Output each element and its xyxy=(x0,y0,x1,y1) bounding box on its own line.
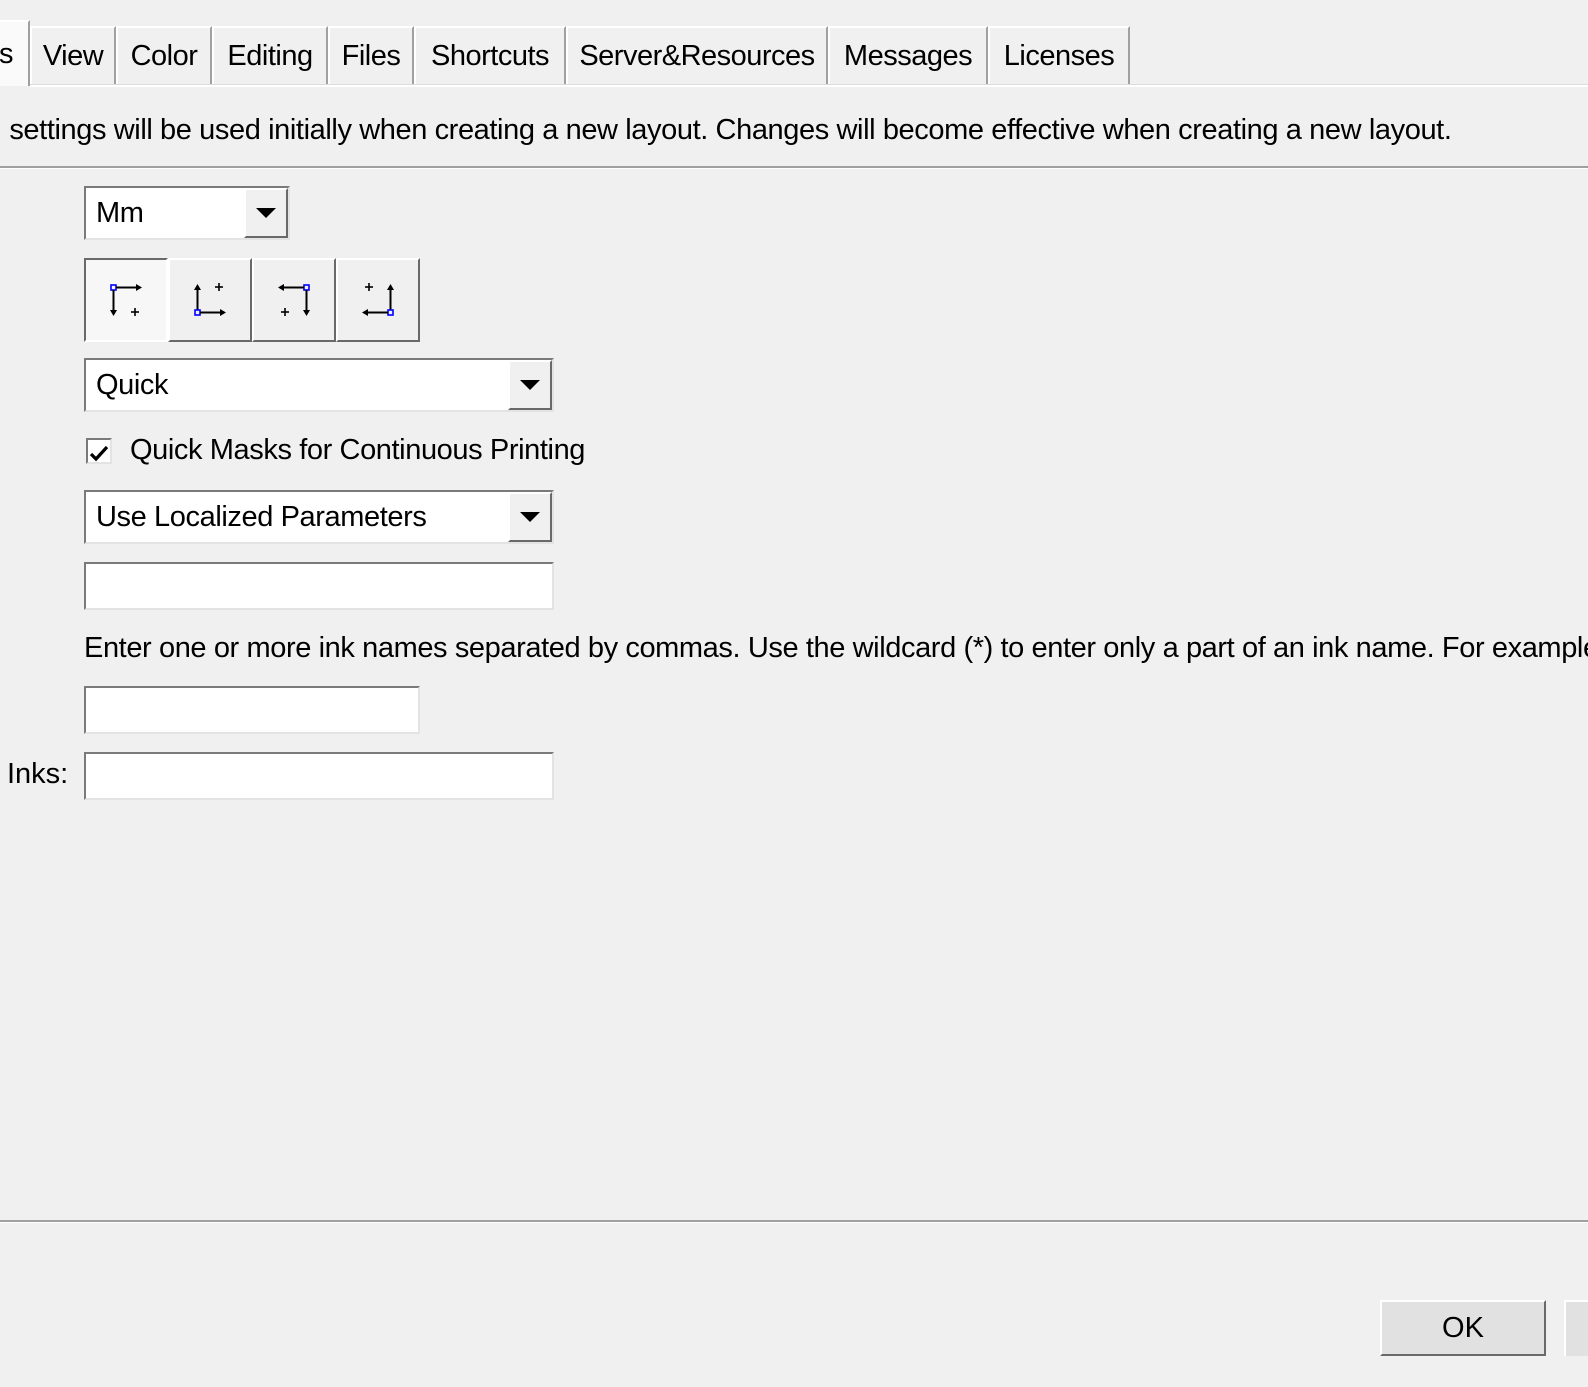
unit-combo-value: Mm xyxy=(96,196,144,229)
origin-bottom-left-button[interactable] xyxy=(168,258,252,342)
tab-label: Messages xyxy=(843,39,973,72)
ok-button[interactable]: OK xyxy=(1380,1300,1546,1356)
parameters-combo[interactable]: Use Localized Parameters xyxy=(84,490,554,544)
origin-top-left-button[interactable] xyxy=(84,258,168,342)
inks-field[interactable] xyxy=(84,752,554,800)
tab-baseline xyxy=(30,84,1588,87)
tab-label: Files xyxy=(341,39,401,72)
tab-color[interactable]: Color xyxy=(116,26,212,84)
tab-label: Shortcuts xyxy=(431,39,550,72)
ink-names-field[interactable] xyxy=(84,562,554,610)
origin-top-right-button[interactable] xyxy=(252,258,336,342)
footer-divider xyxy=(0,1220,1588,1223)
header-divider xyxy=(0,166,1588,169)
origin-top-left-icon xyxy=(110,284,142,316)
tab-strip: s View Color Editing Files Shortcuts Ser… xyxy=(0,0,1588,87)
tab-shortcuts[interactable]: Shortcuts xyxy=(414,26,566,84)
origin-bottom-left-icon xyxy=(194,283,226,316)
quick-masks-label[interactable]: Quick Masks for Continuous Printing xyxy=(130,434,585,467)
unit-combo[interactable]: Mm xyxy=(84,186,290,240)
tab-label: s xyxy=(0,37,14,70)
tab-general[interactable]: s xyxy=(0,20,30,86)
parameters-combo-value: Use Localized Parameters xyxy=(96,500,427,533)
mode-combo[interactable]: Quick xyxy=(84,358,554,412)
tab-label: Editing xyxy=(227,39,313,72)
secondary-field[interactable] xyxy=(84,686,420,734)
mode-combo-value: Quick xyxy=(96,368,169,401)
tab-label: Server&Resources xyxy=(579,39,815,72)
cancel-button[interactable] xyxy=(1564,1300,1588,1356)
origin-bottom-right-icon xyxy=(362,283,394,316)
tab-label: Licenses xyxy=(1003,39,1115,72)
checkmark-icon xyxy=(89,445,109,462)
ink-names-hint: Enter one or more ink names separated by… xyxy=(84,632,1588,664)
origin-top-right-icon xyxy=(278,284,310,316)
tab-server-resources[interactable]: Server&Resources xyxy=(566,26,828,84)
quick-masks-checkbox[interactable] xyxy=(86,438,112,464)
tab-editing[interactable]: Editing xyxy=(212,26,328,84)
ok-button-label: OK xyxy=(1442,1311,1484,1344)
tab-label: Color xyxy=(130,39,198,72)
tab-files[interactable]: Files xyxy=(328,26,414,84)
tab-licenses[interactable]: Licenses xyxy=(988,26,1130,84)
chevron-down-icon[interactable] xyxy=(508,492,552,542)
origin-bottom-right-button[interactable] xyxy=(336,258,420,342)
chevron-down-icon[interactable] xyxy=(508,360,552,410)
inks-label: Inks: xyxy=(7,758,69,790)
description-text: : settings will be used initially when c… xyxy=(0,114,1452,146)
tab-label: View xyxy=(42,39,104,72)
tab-messages[interactable]: Messages xyxy=(828,26,988,84)
chevron-down-icon[interactable] xyxy=(244,188,288,238)
tab-view[interactable]: View xyxy=(30,26,116,84)
